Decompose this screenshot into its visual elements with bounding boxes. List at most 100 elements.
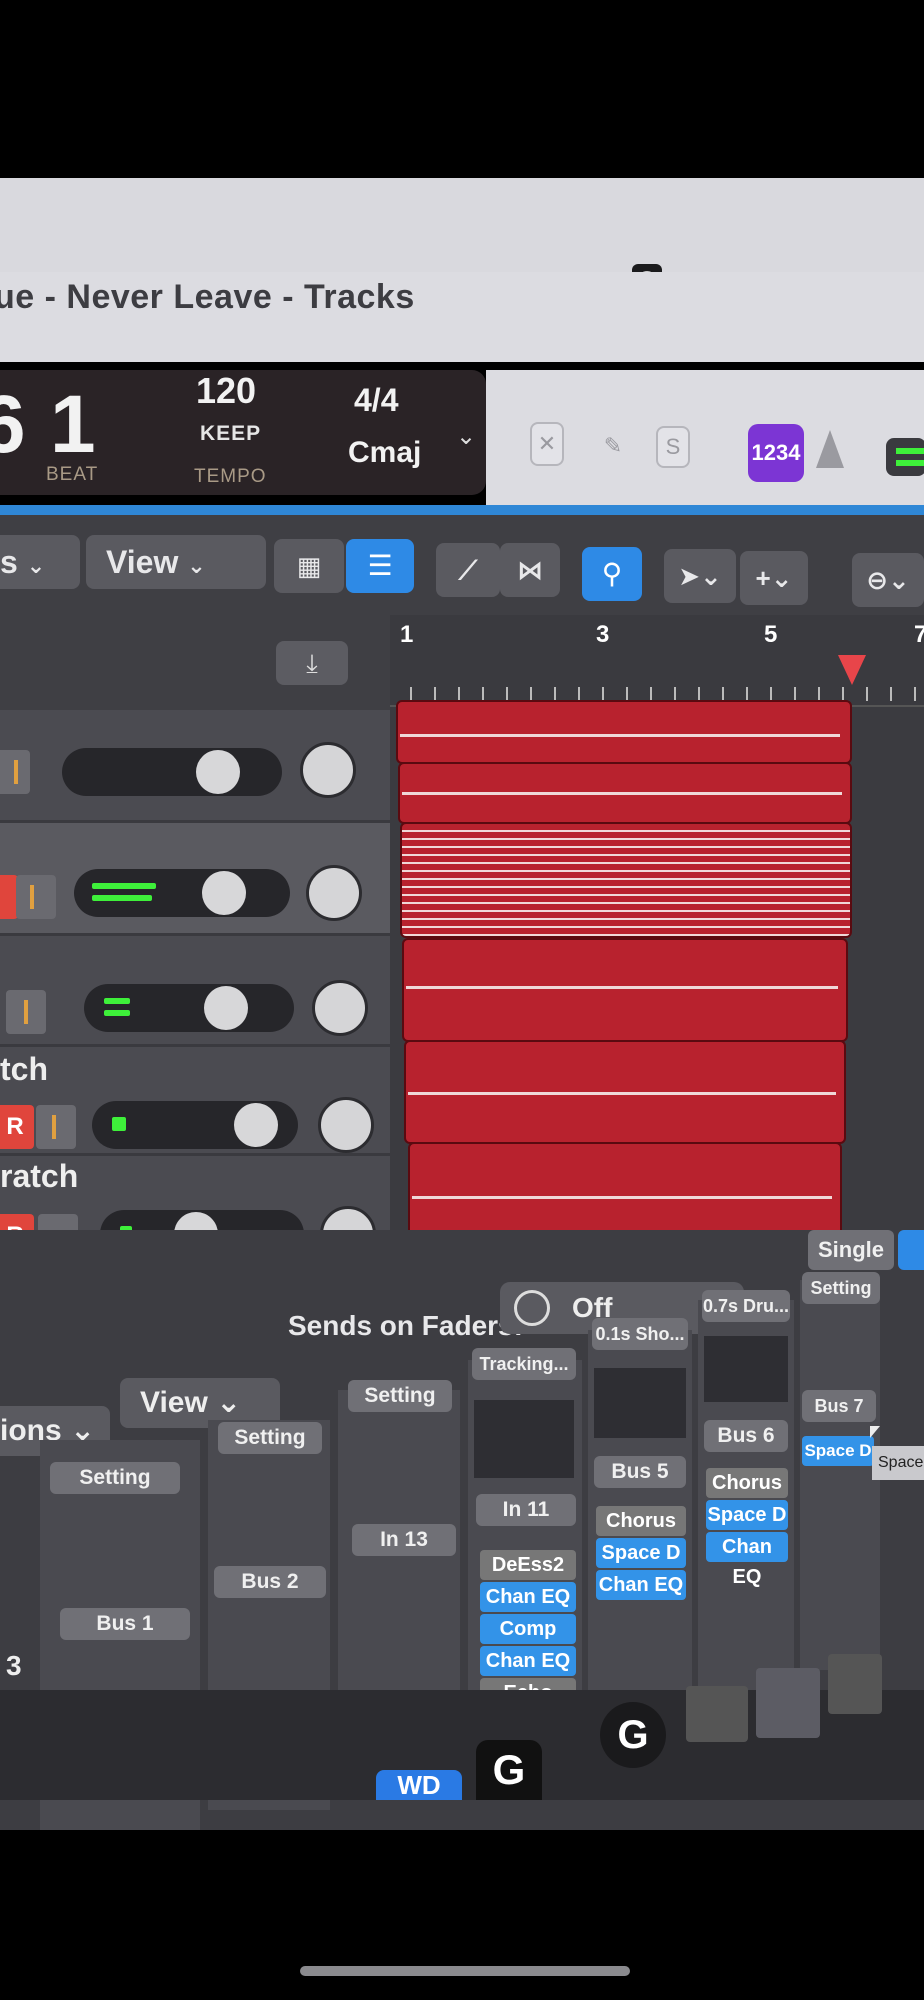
global-tracks-header: ⤓ xyxy=(0,615,390,710)
setting-button[interactable]: Setting xyxy=(348,1380,452,1412)
eq-thumbnail[interactable] xyxy=(704,1336,788,1402)
tempo-label: TEMPO xyxy=(194,466,267,487)
tuner-icon[interactable]: ✎ xyxy=(596,424,630,468)
track-name[interactable]: tch xyxy=(0,1051,48,1088)
key-signature[interactable]: Cmaj xyxy=(348,436,421,470)
bus-send-button[interactable]: Bus 7 xyxy=(802,1390,876,1422)
bar-ruler[interactable]: 1 3 5 7 xyxy=(390,615,924,707)
input-button[interactable]: In 11 xyxy=(476,1494,576,1526)
setting-button[interactable]: Setting xyxy=(802,1272,880,1304)
window-thumbnail[interactable] xyxy=(756,1668,820,1738)
solo-button[interactable]: S xyxy=(656,426,690,468)
audio-region[interactable] xyxy=(402,938,848,1042)
time-signature[interactable]: 4/4 xyxy=(354,382,398,419)
pencil-tool-icon[interactable]: +⌄ xyxy=(740,551,808,605)
logitech-g-icon-round[interactable]: G xyxy=(600,1702,666,1768)
window-thumbnail[interactable] xyxy=(686,1686,748,1742)
home-indicator xyxy=(300,1966,630,1976)
plugin-slot[interactable]: Chorus xyxy=(706,1468,788,1498)
channel-name[interactable]: 0.7s Dru... xyxy=(702,1290,790,1322)
plugin-slot[interactable]: Chan EQ xyxy=(706,1532,788,1588)
lcd-chevron-down-icon[interactable]: ⌄ xyxy=(456,422,476,451)
pan-knob[interactable] xyxy=(306,865,362,921)
plugin-slot[interactable]: Chorus xyxy=(596,1506,686,1536)
track-header[interactable] xyxy=(0,710,390,823)
plugin-slot[interactable]: Chan EQ xyxy=(480,1646,576,1676)
low-latency-icon[interactable]: ✕ xyxy=(530,422,564,466)
count-in-button[interactable]: 1234 xyxy=(748,424,804,482)
list-view-icon[interactable]: ☰ xyxy=(346,539,414,593)
lcd-bar-value: 6 xyxy=(0,379,26,470)
chevron-down-icon: ⌄ xyxy=(187,553,206,578)
pointer-tool-icon[interactable]: ➤⌄ xyxy=(664,549,736,603)
flex-icon[interactable]: ⋈ xyxy=(500,543,560,597)
lcd-display[interactable]: 6 1 BEAT 120 KEEP TEMPO 4/4 Cmaj ⌄ xyxy=(0,370,486,495)
plugin-slot[interactable]: Chan EQ xyxy=(480,1582,576,1612)
input-indicator xyxy=(52,1115,56,1139)
single-button[interactable]: Single xyxy=(808,1230,894,1270)
plugin-slot[interactable]: Space D xyxy=(802,1436,874,1466)
bus-send-button[interactable]: Bus 6 xyxy=(704,1420,788,1452)
waveform xyxy=(402,792,842,795)
eq-thumbnail[interactable] xyxy=(474,1400,574,1478)
volume-knob[interactable] xyxy=(202,871,246,915)
track-header[interactable] xyxy=(0,936,390,1047)
logic-pro-screen: G ue - Never Leave - Tracks 6 1 BEAT 120… xyxy=(0,0,924,2000)
bus-send-button[interactable]: Bus 1 xyxy=(60,1608,190,1640)
zoom-icon[interactable]: ⊖⌄ xyxy=(852,553,924,607)
cpu-meter[interactable] xyxy=(886,438,924,476)
sends-on-faders-label: Sends on Faders: xyxy=(288,1310,523,1341)
channel-name[interactable]: Tracking... xyxy=(472,1348,576,1380)
lcd-beat-label: BEAT xyxy=(46,464,99,485)
audio-region-stack[interactable] xyxy=(400,822,852,938)
input-monitor-button[interactable] xyxy=(36,1105,76,1149)
tracks-tab-button[interactable] xyxy=(898,1230,924,1270)
waveform xyxy=(408,1092,836,1095)
logitech-g-hub-icon[interactable]: G xyxy=(476,1740,542,1800)
record-enable-button[interactable]: R xyxy=(0,1105,34,1149)
plugin-slot[interactable]: Chan EQ xyxy=(596,1570,686,1600)
playhead-marker[interactable] xyxy=(838,655,866,685)
western-digital-icon[interactable]: WD xyxy=(376,1770,462,1800)
track-name[interactable]: ratch xyxy=(0,1158,78,1195)
bus-send-button[interactable]: Bus 5 xyxy=(594,1456,686,1488)
volume-knob[interactable] xyxy=(204,986,248,1030)
volume-knob[interactable] xyxy=(196,750,240,794)
volume-slider[interactable] xyxy=(62,748,282,796)
automation-icon[interactable]: ⟋ xyxy=(436,543,500,597)
bus-send-button[interactable]: Bus 2 xyxy=(214,1566,326,1598)
setting-button[interactable]: Setting xyxy=(218,1422,322,1454)
edit-menu-button[interactable]: s ⌄ xyxy=(0,535,80,589)
download-icon[interactable]: ⤓ xyxy=(276,641,348,685)
track-header[interactable]: tch R xyxy=(0,1047,390,1156)
channel-name[interactable]: 0.1s Sho... xyxy=(592,1318,688,1350)
channel-strip[interactable] xyxy=(800,1280,880,1670)
input-monitor-button[interactable] xyxy=(16,875,56,919)
waveform xyxy=(400,734,840,737)
plugin-slot[interactable]: Space D xyxy=(706,1500,788,1530)
pan-knob[interactable] xyxy=(318,1097,374,1153)
setting-button[interactable]: Setting xyxy=(50,1462,180,1494)
plugin-slot[interactable]: Comp xyxy=(480,1614,576,1644)
audio-region[interactable] xyxy=(396,700,852,764)
volume-knob[interactable] xyxy=(234,1103,278,1147)
metronome-icon[interactable] xyxy=(816,430,844,468)
volume-slider[interactable] xyxy=(84,984,294,1032)
input-button[interactable]: In 13 xyxy=(352,1524,456,1556)
input-indicator xyxy=(24,1000,28,1024)
pan-knob[interactable] xyxy=(300,742,356,798)
eq-thumbnail[interactable] xyxy=(594,1368,686,1438)
lcd-beat-value: 1 xyxy=(50,379,96,470)
plugin-slot[interactable]: Space D xyxy=(596,1538,686,1568)
track-header[interactable] xyxy=(0,823,390,936)
volume-slider[interactable] xyxy=(74,869,290,917)
pan-knob[interactable] xyxy=(312,980,368,1036)
view-menu-button[interactable]: View ⌄ xyxy=(86,535,266,589)
grid-view-icon[interactable]: ▦ xyxy=(274,539,344,593)
space-tooltip: Space xyxy=(872,1446,924,1480)
ruler-bar-number: 5 xyxy=(764,621,778,648)
window-thumbnail[interactable] xyxy=(828,1654,882,1714)
tempo-value[interactable]: 120 xyxy=(196,370,256,412)
plugin-slot[interactable]: DeEss2 xyxy=(480,1550,576,1580)
catch-playhead-icon[interactable]: ⚲ xyxy=(582,547,642,601)
